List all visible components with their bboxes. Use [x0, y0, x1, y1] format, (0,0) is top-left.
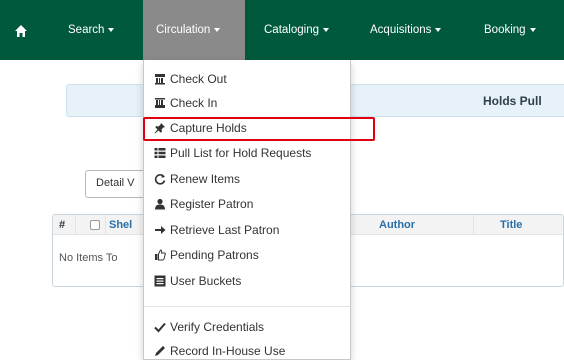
- arrow-right-icon: [155, 226, 166, 234]
- nav-cataloging-menu[interactable]: Cataloging: [252, 0, 352, 60]
- bucket-list-icon: [154, 275, 166, 287]
- nav-search-menu[interactable]: Search: [58, 0, 138, 60]
- menu-item-label: Check In: [170, 96, 218, 110]
- menu-divider: [144, 306, 350, 307]
- nav-circulation-label: Circulation: [156, 24, 211, 36]
- menu-item-check-in[interactable]: Check In: [144, 92, 350, 114]
- menu-item-label: Register Patron: [170, 197, 254, 211]
- column-divider: [473, 215, 474, 235]
- column-divider: [75, 215, 76, 235]
- circulation-dropdown-menu: Check Out Check In Capture Holds Pull Li…: [143, 60, 351, 360]
- pencil-icon: [155, 346, 165, 356]
- chevron-down-icon: [529, 27, 536, 32]
- menu-item-record-in-house-use[interactable]: Record In-House Use: [144, 340, 350, 360]
- checkmark-icon: [154, 322, 166, 333]
- top-navbar: Search Circulation Cataloging Acquisitio…: [0, 0, 564, 60]
- nav-circulation-menu[interactable]: Circulation: [143, 0, 245, 60]
- menu-item-label: Record In-House Use: [170, 344, 286, 358]
- menu-item-label: Verify Credentials: [170, 320, 265, 334]
- menu-item-register-patron[interactable]: Register Patron: [144, 193, 350, 215]
- column-shelf-header[interactable]: Shel: [109, 219, 132, 231]
- menu-item-user-buckets[interactable]: User Buckets: [144, 270, 350, 292]
- nav-acquisitions-label: Acquisitions: [370, 24, 432, 36]
- empty-table-message: No Items To: [59, 252, 118, 264]
- column-title-header[interactable]: Title: [500, 219, 522, 231]
- home-icon[interactable]: [14, 24, 28, 38]
- nav-cataloging-label: Cataloging: [264, 24, 319, 36]
- menu-item-label: Retrieve Last Patron: [170, 223, 280, 237]
- chevron-down-icon: [435, 27, 442, 32]
- nav-booking-label: Booking: [484, 24, 526, 36]
- menu-item-label: Pending Patrons: [170, 248, 259, 262]
- menu-item-label: Pull List for Hold Requests: [170, 146, 312, 160]
- thumbs-up-icon: [155, 249, 166, 261]
- menu-item-label: Renew Items: [170, 172, 241, 186]
- menu-item-retrieve-last-patron[interactable]: Retrieve Last Patron: [144, 219, 350, 241]
- list-icon: [154, 148, 166, 158]
- chevron-down-icon: [214, 27, 221, 32]
- nav-search-label: Search: [68, 24, 105, 36]
- chevron-down-icon: [322, 27, 329, 32]
- capture-holds-highlight-box: [143, 117, 375, 141]
- refresh-icon: [154, 174, 166, 185]
- chevron-down-icon: [108, 27, 115, 32]
- page-title: Holds Pull: [483, 94, 542, 108]
- menu-item-check-out[interactable]: Check Out: [144, 68, 350, 90]
- menu-item-label: Check Out: [170, 72, 227, 86]
- nav-booking-menu[interactable]: Booking: [472, 0, 564, 60]
- select-all-checkbox[interactable]: [90, 220, 100, 230]
- column-divider: [105, 215, 106, 235]
- menu-item-pending-patrons[interactable]: Pending Patrons: [144, 244, 350, 266]
- menu-item-verify-credentials[interactable]: Verify Credentials: [144, 316, 350, 338]
- menu-item-renew-items[interactable]: Renew Items: [144, 168, 350, 190]
- nav-acquisitions-menu[interactable]: Acquisitions: [360, 0, 465, 60]
- menu-item-label: User Buckets: [170, 274, 242, 288]
- column-author-header[interactable]: Author: [379, 219, 415, 231]
- menu-item-pull-list[interactable]: Pull List for Hold Requests: [144, 142, 350, 164]
- barcode-checkout-icon: [155, 74, 165, 85]
- column-number-header: #: [59, 219, 66, 231]
- user-icon: [155, 198, 165, 210]
- barcode-checkin-icon: [155, 98, 165, 108]
